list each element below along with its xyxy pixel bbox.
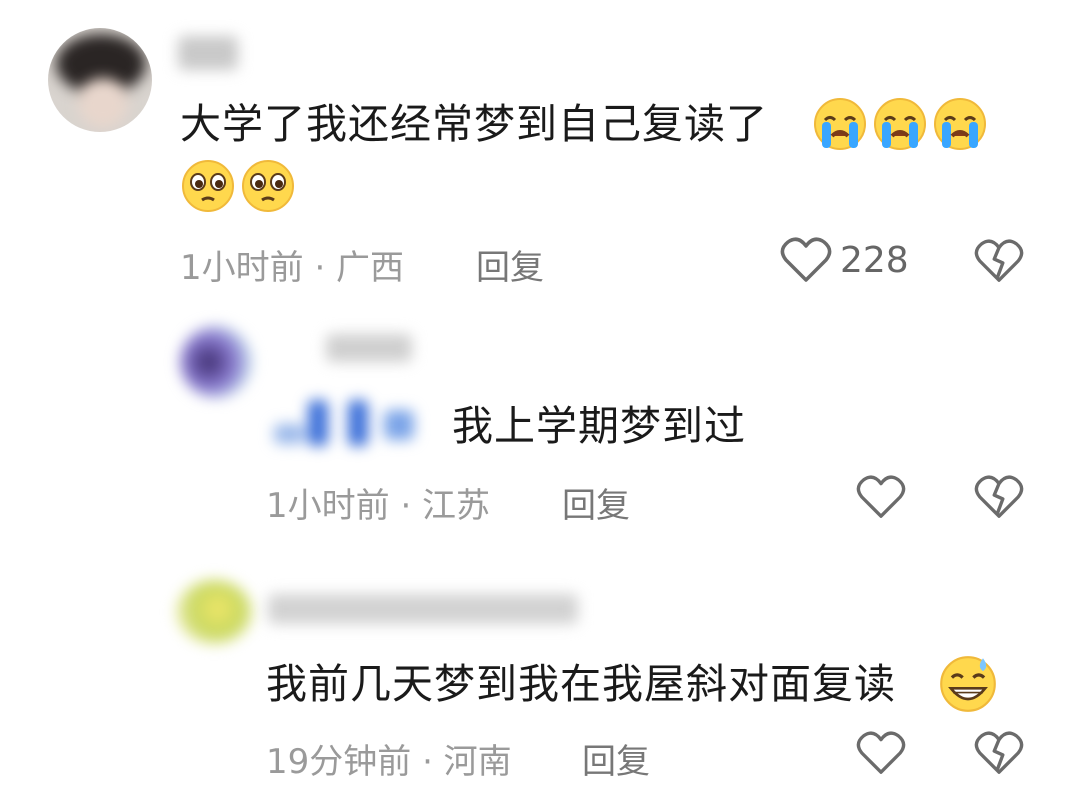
crying-face-emoji [874, 98, 926, 150]
avatar[interactable] [180, 326, 252, 398]
crying-face-emoji [934, 98, 986, 150]
comment-meta: 1小时前 · 广西 [180, 248, 405, 288]
username-blurred[interactable] [178, 36, 238, 70]
crying-face-emoji [814, 98, 866, 150]
username-blurred[interactable] [326, 334, 412, 362]
emoji-group [812, 96, 988, 152]
broken-heart-icon[interactable] [974, 730, 1024, 776]
grinning-sweat-emoji [940, 656, 996, 712]
comment-meta: 1小时前 · 江苏 [266, 486, 491, 526]
like-button[interactable]: 228 [780, 236, 909, 284]
reply-button[interactable]: 回复 [562, 478, 630, 527]
reply-button[interactable]: 回复 [476, 240, 544, 289]
reply-button[interactable]: 回复 [582, 734, 650, 783]
heart-outline-icon[interactable] [856, 730, 906, 776]
broken-heart-icon[interactable] [974, 474, 1024, 520]
broken-heart-icon[interactable] [974, 238, 1024, 284]
like-count: 228 [840, 239, 909, 281]
comment-text: 我上学期梦到过 [452, 402, 746, 450]
emoji-group [180, 158, 296, 214]
username-blurred[interactable] [268, 594, 578, 624]
avatar[interactable] [176, 580, 252, 644]
heart-outline-icon [780, 237, 832, 282]
heart-outline-icon[interactable] [856, 474, 906, 520]
comment-meta: 19分钟前 · 河南 [266, 742, 512, 782]
avatar[interactable] [48, 28, 152, 132]
comment-text: 我前几天梦到我在我屋斜对面复读 [266, 660, 896, 708]
pleading-face-emoji [182, 160, 234, 212]
pleading-face-emoji [242, 160, 294, 212]
comment-text: 大学了我还经常梦到自己复读了 [180, 100, 768, 148]
mention-blurred[interactable] [274, 400, 434, 446]
